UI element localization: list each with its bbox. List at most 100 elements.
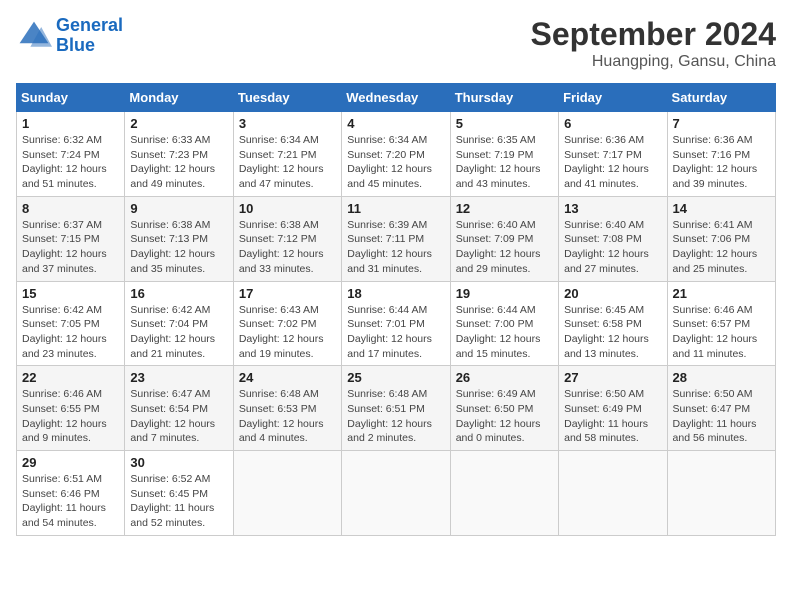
table-row: 19 Sunrise: 6:44 AM Sunset: 7:00 PM Dayl…	[450, 281, 558, 366]
table-row: 29 Sunrise: 6:51 AM Sunset: 6:46 PM Dayl…	[17, 451, 125, 536]
logo-icon	[16, 18, 52, 54]
day-number: 16	[130, 286, 227, 301]
month-title: September 2024	[531, 16, 776, 53]
day-info: Sunrise: 6:40 AM Sunset: 7:09 PM Dayligh…	[456, 218, 553, 277]
day-info: Sunrise: 6:44 AM Sunset: 7:00 PM Dayligh…	[456, 303, 553, 362]
table-row: 6 Sunrise: 6:36 AM Sunset: 7:17 PM Dayli…	[559, 112, 667, 197]
day-number: 12	[456, 201, 553, 216]
day-number: 30	[130, 455, 227, 470]
day-number: 9	[130, 201, 227, 216]
table-row: 14 Sunrise: 6:41 AM Sunset: 7:06 PM Dayl…	[667, 196, 775, 281]
table-row	[450, 451, 558, 536]
table-row	[667, 451, 775, 536]
table-row: 20 Sunrise: 6:45 AM Sunset: 6:58 PM Dayl…	[559, 281, 667, 366]
day-info: Sunrise: 6:36 AM Sunset: 7:16 PM Dayligh…	[673, 133, 770, 192]
day-number: 23	[130, 370, 227, 385]
day-info: Sunrise: 6:51 AM Sunset: 6:46 PM Dayligh…	[22, 472, 119, 531]
day-number: 28	[673, 370, 770, 385]
day-info: Sunrise: 6:41 AM Sunset: 7:06 PM Dayligh…	[673, 218, 770, 277]
table-row: 18 Sunrise: 6:44 AM Sunset: 7:01 PM Dayl…	[342, 281, 450, 366]
day-number: 26	[456, 370, 553, 385]
day-info: Sunrise: 6:45 AM Sunset: 6:58 PM Dayligh…	[564, 303, 661, 362]
table-row: 9 Sunrise: 6:38 AM Sunset: 7:13 PM Dayli…	[125, 196, 233, 281]
day-number: 17	[239, 286, 336, 301]
day-info: Sunrise: 6:46 AM Sunset: 6:57 PM Dayligh…	[673, 303, 770, 362]
table-row: 7 Sunrise: 6:36 AM Sunset: 7:16 PM Dayli…	[667, 112, 775, 197]
table-row: 15 Sunrise: 6:42 AM Sunset: 7:05 PM Dayl…	[17, 281, 125, 366]
day-info: Sunrise: 6:35 AM Sunset: 7:19 PM Dayligh…	[456, 133, 553, 192]
day-number: 14	[673, 201, 770, 216]
day-number: 22	[22, 370, 119, 385]
table-row	[559, 451, 667, 536]
day-info: Sunrise: 6:48 AM Sunset: 6:51 PM Dayligh…	[347, 387, 444, 446]
day-info: Sunrise: 6:37 AM Sunset: 7:15 PM Dayligh…	[22, 218, 119, 277]
day-info: Sunrise: 6:38 AM Sunset: 7:12 PM Dayligh…	[239, 218, 336, 277]
day-info: Sunrise: 6:38 AM Sunset: 7:13 PM Dayligh…	[130, 218, 227, 277]
header-saturday: Saturday	[667, 84, 775, 112]
table-row: 27 Sunrise: 6:50 AM Sunset: 6:49 PM Dayl…	[559, 366, 667, 451]
day-info: Sunrise: 6:42 AM Sunset: 7:04 PM Dayligh…	[130, 303, 227, 362]
day-info: Sunrise: 6:33 AM Sunset: 7:23 PM Dayligh…	[130, 133, 227, 192]
title-block: September 2024 Huangping, Gansu, China	[531, 16, 776, 71]
day-number: 25	[347, 370, 444, 385]
table-row: 30 Sunrise: 6:52 AM Sunset: 6:45 PM Dayl…	[125, 451, 233, 536]
calendar-week-row: 22 Sunrise: 6:46 AM Sunset: 6:55 PM Dayl…	[17, 366, 776, 451]
header-thursday: Thursday	[450, 84, 558, 112]
table-row: 17 Sunrise: 6:43 AM Sunset: 7:02 PM Dayl…	[233, 281, 341, 366]
day-info: Sunrise: 6:40 AM Sunset: 7:08 PM Dayligh…	[564, 218, 661, 277]
header-wednesday: Wednesday	[342, 84, 450, 112]
table-row: 22 Sunrise: 6:46 AM Sunset: 6:55 PM Dayl…	[17, 366, 125, 451]
header-friday: Friday	[559, 84, 667, 112]
table-row: 24 Sunrise: 6:48 AM Sunset: 6:53 PM Dayl…	[233, 366, 341, 451]
day-info: Sunrise: 6:50 AM Sunset: 6:47 PM Dayligh…	[673, 387, 770, 446]
day-info: Sunrise: 6:49 AM Sunset: 6:50 PM Dayligh…	[456, 387, 553, 446]
table-row: 16 Sunrise: 6:42 AM Sunset: 7:04 PM Dayl…	[125, 281, 233, 366]
day-number: 8	[22, 201, 119, 216]
day-number: 10	[239, 201, 336, 216]
table-row: 5 Sunrise: 6:35 AM Sunset: 7:19 PM Dayli…	[450, 112, 558, 197]
table-row: 13 Sunrise: 6:40 AM Sunset: 7:08 PM Dayl…	[559, 196, 667, 281]
calendar-week-row: 15 Sunrise: 6:42 AM Sunset: 7:05 PM Dayl…	[17, 281, 776, 366]
table-row: 28 Sunrise: 6:50 AM Sunset: 6:47 PM Dayl…	[667, 366, 775, 451]
calendar-week-row: 29 Sunrise: 6:51 AM Sunset: 6:46 PM Dayl…	[17, 451, 776, 536]
day-info: Sunrise: 6:46 AM Sunset: 6:55 PM Dayligh…	[22, 387, 119, 446]
day-info: Sunrise: 6:44 AM Sunset: 7:01 PM Dayligh…	[347, 303, 444, 362]
day-number: 6	[564, 116, 661, 131]
day-number: 7	[673, 116, 770, 131]
table-row: 12 Sunrise: 6:40 AM Sunset: 7:09 PM Dayl…	[450, 196, 558, 281]
day-info: Sunrise: 6:39 AM Sunset: 7:11 PM Dayligh…	[347, 218, 444, 277]
day-info: Sunrise: 6:52 AM Sunset: 6:45 PM Dayligh…	[130, 472, 227, 531]
table-row	[233, 451, 341, 536]
calendar-table: Sunday Monday Tuesday Wednesday Thursday…	[16, 83, 776, 536]
table-row: 1 Sunrise: 6:32 AM Sunset: 7:24 PM Dayli…	[17, 112, 125, 197]
calendar-header-row: Sunday Monday Tuesday Wednesday Thursday…	[17, 84, 776, 112]
day-info: Sunrise: 6:42 AM Sunset: 7:05 PM Dayligh…	[22, 303, 119, 362]
table-row: 10 Sunrise: 6:38 AM Sunset: 7:12 PM Dayl…	[233, 196, 341, 281]
day-info: Sunrise: 6:36 AM Sunset: 7:17 PM Dayligh…	[564, 133, 661, 192]
header-sunday: Sunday	[17, 84, 125, 112]
day-info: Sunrise: 6:34 AM Sunset: 7:21 PM Dayligh…	[239, 133, 336, 192]
header-monday: Monday	[125, 84, 233, 112]
table-row: 21 Sunrise: 6:46 AM Sunset: 6:57 PM Dayl…	[667, 281, 775, 366]
day-number: 24	[239, 370, 336, 385]
table-row: 25 Sunrise: 6:48 AM Sunset: 6:51 PM Dayl…	[342, 366, 450, 451]
day-info: Sunrise: 6:48 AM Sunset: 6:53 PM Dayligh…	[239, 387, 336, 446]
calendar-week-row: 8 Sunrise: 6:37 AM Sunset: 7:15 PM Dayli…	[17, 196, 776, 281]
day-info: Sunrise: 6:32 AM Sunset: 7:24 PM Dayligh…	[22, 133, 119, 192]
day-number: 1	[22, 116, 119, 131]
table-row: 8 Sunrise: 6:37 AM Sunset: 7:15 PM Dayli…	[17, 196, 125, 281]
page-header: General Blue September 2024 Huangping, G…	[16, 16, 776, 71]
day-number: 29	[22, 455, 119, 470]
day-number: 20	[564, 286, 661, 301]
day-info: Sunrise: 6:34 AM Sunset: 7:20 PM Dayligh…	[347, 133, 444, 192]
day-info: Sunrise: 6:47 AM Sunset: 6:54 PM Dayligh…	[130, 387, 227, 446]
day-number: 5	[456, 116, 553, 131]
table-row: 23 Sunrise: 6:47 AM Sunset: 6:54 PM Dayl…	[125, 366, 233, 451]
table-row: 4 Sunrise: 6:34 AM Sunset: 7:20 PM Dayli…	[342, 112, 450, 197]
location: Huangping, Gansu, China	[531, 53, 776, 71]
table-row	[342, 451, 450, 536]
day-number: 27	[564, 370, 661, 385]
day-number: 19	[456, 286, 553, 301]
day-number: 4	[347, 116, 444, 131]
day-number: 11	[347, 201, 444, 216]
